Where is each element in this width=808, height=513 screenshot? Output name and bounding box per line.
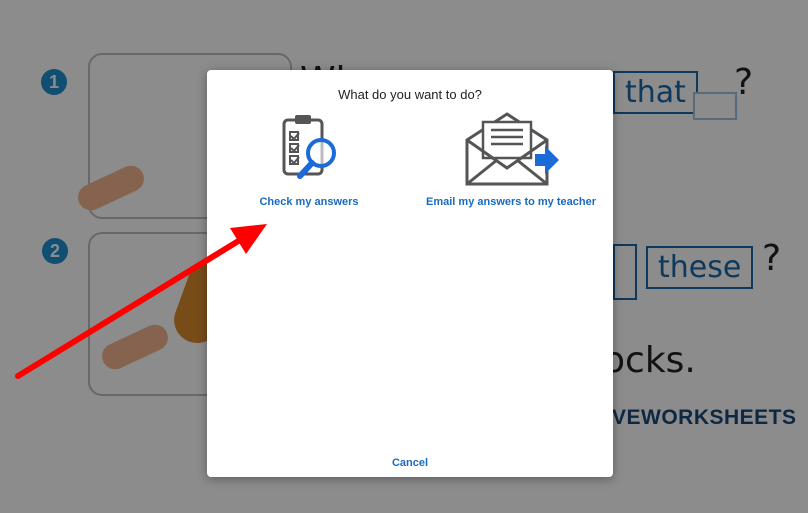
check-answers-label: Check my answers <box>259 196 359 208</box>
check-answers-button[interactable]: Check my answers <box>249 110 369 208</box>
envelope-send-icon <box>465 112 559 186</box>
email-answers-label: Email my answers to my teacher <box>426 196 596 208</box>
action-dialog: What do you want to do? Check my answers <box>207 70 613 477</box>
dialog-title: What do you want to do? <box>338 87 482 102</box>
clipboard-magnifier-icon <box>282 115 336 179</box>
email-answers-button[interactable]: Email my answers to my teacher <box>425 110 597 208</box>
cancel-button[interactable]: Cancel <box>207 457 613 469</box>
